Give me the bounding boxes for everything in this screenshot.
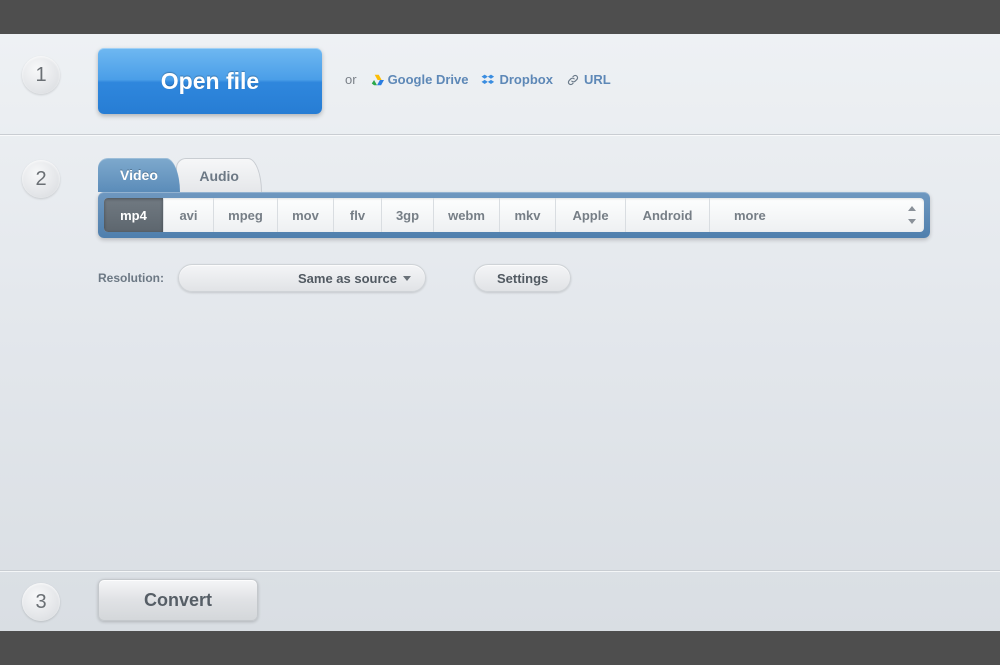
dropbox-link[interactable]: Dropbox [481,72,552,87]
tab-video[interactable]: Video [98,158,180,192]
google-drive-icon [370,73,384,87]
step-3-section: 3 Convert [0,571,1000,631]
dropbox-icon [481,73,495,87]
format-android[interactable]: Android [626,198,710,232]
format-mpeg[interactable]: mpeg [214,198,278,232]
url-link[interactable]: URL [566,72,611,87]
format-flv[interactable]: flv [334,198,382,232]
google-drive-label: Google Drive [388,72,469,87]
stepper-icon [908,206,918,224]
media-type-tabs: Video Audio [98,158,262,192]
format-mp4[interactable]: mp4 [104,198,164,232]
format-mkv[interactable]: mkv [500,198,556,232]
format-list: mp4 avi mpeg mov flv 3gp webm mkv Apple … [104,198,924,232]
step-2-badge: 2 [22,160,60,198]
google-drive-link[interactable]: Google Drive [370,72,469,87]
format-more-label: more [734,208,766,223]
resolution-value: Same as source [298,271,397,286]
settings-button[interactable]: Settings [474,264,571,292]
link-icon [566,73,580,87]
step-2-section: 2 Video Audio mp4 avi mpeg mov flv 3gp w… [0,144,1000,571]
format-bar: mp4 avi mpeg mov flv 3gp webm mkv Apple … [98,192,930,238]
resolution-row: Resolution: Same as source Settings [98,264,571,292]
convert-button[interactable]: Convert [98,579,258,621]
step-1-badge: 1 [22,56,60,94]
format-3gp[interactable]: 3gp [382,198,434,232]
resolution-select[interactable]: Same as source [178,264,426,292]
format-apple[interactable]: Apple [556,198,626,232]
alt-source-row: or Google Drive Dropbox URL [345,72,611,87]
format-mov[interactable]: mov [278,198,334,232]
app-window: 1 Open file or Google Drive Dropbox URL [0,34,1000,631]
open-file-button[interactable]: Open file [98,48,322,114]
format-webm[interactable]: webm [434,198,500,232]
url-label: URL [584,72,611,87]
dropbox-label: Dropbox [499,72,552,87]
divider-1 [0,134,1000,135]
tab-audio[interactable]: Audio [176,158,262,192]
step-3-badge: 3 [22,583,60,621]
format-more[interactable]: more [710,198,924,232]
step-1-section: 1 Open file or Google Drive Dropbox URL [0,34,1000,134]
format-avi[interactable]: avi [164,198,214,232]
or-text: or [345,72,357,87]
resolution-label: Resolution: [98,271,164,285]
caret-down-icon [403,276,411,281]
